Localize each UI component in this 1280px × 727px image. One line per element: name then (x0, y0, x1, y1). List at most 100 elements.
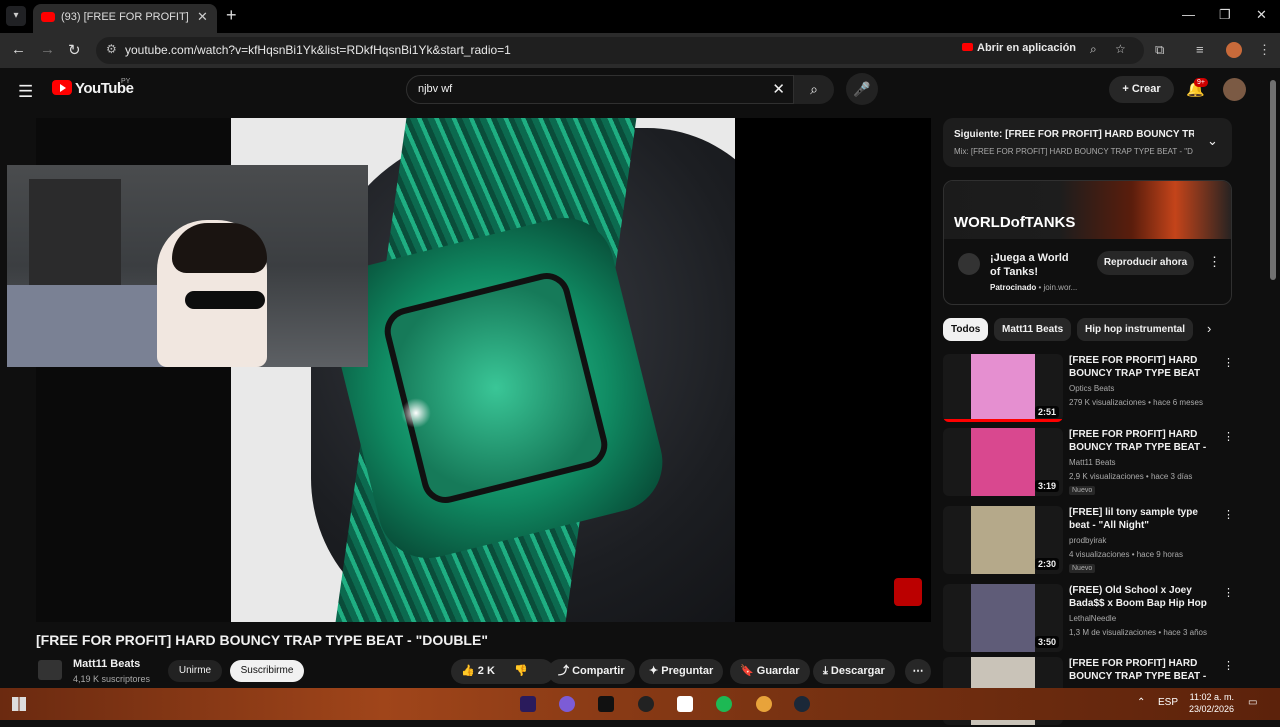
duration-badge: 3:19 (1034, 480, 1059, 492)
active-tab[interactable]: (93) [FREE FOR PROFIT] HARD BOUNCY TRAP … (33, 4, 217, 33)
up-next-card[interactable]: Siguiente: [FREE FOR PROFIT] HARD BOUNCY… (943, 118, 1232, 167)
recommendation-title[interactable]: [FREE] lil tony sample type beat - "All … (1069, 506, 1209, 532)
obs-icon[interactable] (638, 696, 654, 712)
recommendation-title[interactable]: [FREE FOR PROFIT] HARD BOUNCY TRAP TYPE … (1069, 354, 1209, 380)
site-info-icon[interactable]: ⚙ (106, 42, 117, 56)
create-button[interactable]: + Crear (1109, 76, 1174, 103)
system-clock[interactable]: 11:02 a. m. 23/02/2026 (1186, 691, 1234, 715)
ask-label: Preguntar (661, 665, 714, 677)
thumbnail-image (971, 506, 1035, 574)
sponsored-ad-card[interactable]: WORLDofTANKS ¡Juega a World of Tanks! Pa… (943, 180, 1232, 305)
new-tab-button[interactable]: + (226, 5, 237, 26)
like-button[interactable]: 👍 2 K (461, 665, 495, 677)
recommendation-item[interactable]: 2:51 [FREE FOR PROFIT] HARD BOUNCY TRAP T… (943, 354, 1234, 424)
channel-avatar[interactable] (38, 660, 62, 680)
notification-center-icon[interactable]: ▭ (1248, 697, 1257, 708)
recommendation-item[interactable]: 3:19 [FREE FOR PROFIT] HARD BOUNCY TRAP T… (943, 428, 1234, 498)
capcut-icon[interactable] (598, 696, 614, 712)
recommendation-thumbnail[interactable]: 3:50 (943, 584, 1063, 652)
maximize-button[interactable]: ❐ (1219, 7, 1231, 23)
recommendation-channel[interactable]: Optics Beats (1069, 384, 1114, 393)
recommendation-thumbnail[interactable]: 2:51 (943, 354, 1063, 422)
recommendation-channel[interactable]: LethalNeedle (1069, 614, 1116, 623)
forward-arrow-icon[interactable]: → (40, 41, 55, 58)
search-input[interactable]: njbv wf ✕ (406, 75, 794, 104)
address-bar[interactable]: ⚙ youtube.com/watch?v=kfHqsnBi1Yk&list=R… (96, 37, 1144, 64)
youtube-logo-icon[interactable] (52, 80, 72, 95)
hamburger-menu-icon[interactable]: ☰ (18, 82, 33, 102)
bookmark-star-icon[interactable]: ☆ (1115, 42, 1126, 56)
dislike-button[interactable]: 👎 (514, 665, 528, 677)
zoom-icon[interactable]: ⌕ (1090, 42, 1097, 57)
steam-icon[interactable] (794, 696, 810, 712)
recommendation-item[interactable]: 2:30 [FREE] lil tony sample type beat - "… (943, 506, 1234, 576)
browser-menu-icon[interactable]: ⋮ (1258, 42, 1271, 58)
chip-hip-hop[interactable]: Hip hop instrumental (1077, 318, 1193, 341)
extensions-icon[interactable]: ⧉ (1155, 42, 1164, 58)
recommendation-title[interactable]: [FREE FOR PROFIT] HARD BOUNCY TRAP TYPE … (1069, 428, 1209, 454)
more-vertical-icon[interactable]: ⋮ (1223, 586, 1234, 599)
tray-chevron-up-icon[interactable]: ⌃ (1137, 697, 1145, 708)
browser-tabbar: ▾ (93) [FREE FOR PROFIT] HARD BOUNCY TRA… (0, 0, 1280, 33)
share-button[interactable]: ⤴ Compartir (548, 659, 635, 684)
reload-icon[interactable]: ↻ (68, 41, 81, 59)
page-scrollbar[interactable] (1270, 80, 1276, 280)
ad-headline[interactable]: ¡Juega a World of Tanks! (990, 251, 1080, 279)
chip-channel[interactable]: Matt11 Beats (994, 318, 1072, 341)
recommendation-item[interactable]: 3:50 (FREE) Old School x Joey Bada$$ x Bo… (943, 584, 1234, 654)
url-text[interactable]: youtube.com/watch?v=kfHqsnBi1Yk&list=RDk… (125, 43, 511, 57)
discord-icon[interactable] (559, 696, 575, 712)
spotify-icon[interactable] (716, 696, 732, 712)
recommendation-thumbnail[interactable]: 3:19 (943, 428, 1063, 496)
recommendation-title[interactable]: [FREE FOR PROFIT] HARD BOUNCY TRAP TYPE … (1069, 657, 1209, 683)
video-title: [FREE FOR PROFIT] HARD BOUNCY TRAP TYPE … (36, 632, 488, 648)
ad-banner-image[interactable]: WORLDofTANKS (944, 181, 1231, 239)
search-query[interactable]: njbv wf (418, 83, 452, 95)
recommendation-thumbnail[interactable]: 2:30 (943, 506, 1063, 574)
premiere-pro-icon[interactable] (520, 696, 536, 712)
ad-domain: join.wor... (1043, 283, 1078, 292)
tab-close-icon[interactable]: ✕ (197, 9, 208, 25)
download-icon: ⤓ (823, 665, 831, 677)
join-button[interactable]: Unirme (168, 660, 222, 682)
download-button[interactable]: ⤓ Descargar (813, 659, 895, 684)
windows-start-icon[interactable] (12, 697, 26, 711)
search-button[interactable]: ⌕ (794, 75, 834, 104)
close-window-button[interactable]: ✕ (1256, 7, 1267, 23)
watch-progress-bar (943, 419, 1063, 422)
clear-search-icon[interactable]: ✕ (772, 80, 785, 98)
tab-search-icon[interactable]: ▾ (6, 6, 26, 26)
webcam-person-sunglasses (185, 291, 265, 309)
more-vertical-icon[interactable]: ⋮ (1223, 508, 1234, 521)
recommendation-channel[interactable]: Matt11 Beats (1069, 458, 1116, 467)
chrome-icon[interactable] (756, 696, 772, 712)
subscribe-button[interactable]: Suscribirme (230, 660, 304, 682)
recommendation-channel[interactable]: prodbyirak (1069, 536, 1106, 545)
ad-more-icon[interactable]: ⋮ (1208, 254, 1221, 270)
more-vertical-icon[interactable]: ⋮ (1223, 430, 1234, 443)
more-vertical-icon[interactable]: ⋮ (1223, 659, 1234, 672)
chevron-right-icon[interactable]: › (1207, 321, 1211, 336)
chip-all[interactable]: Todos (943, 318, 989, 341)
media-control-icon[interactable]: ≡ (1196, 42, 1204, 57)
minimize-button[interactable]: — (1182, 7, 1195, 22)
recommendation-title[interactable]: (FREE) Old School x Joey Bada$$ x Boom B… (1069, 584, 1209, 610)
ask-button[interactable]: ✦ Preguntar (639, 659, 724, 684)
voice-search-button[interactable]: 🎤 (846, 73, 878, 105)
account-avatar[interactable] (1223, 78, 1246, 101)
channel-name[interactable]: Matt11 Beats (73, 658, 140, 670)
ad-advertiser-icon (958, 253, 980, 275)
chevron-down-icon[interactable]: ⌄ (1207, 133, 1218, 149)
language-indicator[interactable]: ESP (1158, 697, 1178, 708)
browser-profile-avatar[interactable] (1226, 42, 1242, 58)
more-actions-button[interactable]: ⋯ (905, 659, 931, 684)
save-button[interactable]: 🔖 Guardar (730, 659, 810, 684)
youtube-mini-icon (962, 43, 973, 51)
ad-play-now-button[interactable]: Reproducir ahora (1097, 251, 1194, 275)
share-icon: ⤴ (558, 665, 573, 677)
notion-icon[interactable] (677, 696, 693, 712)
back-arrow-icon[interactable]: ← (11, 41, 26, 58)
open-in-app-button[interactable]: Abrir en aplicación (962, 42, 1076, 54)
channel-watermark-icon[interactable] (894, 578, 922, 606)
more-vertical-icon[interactable]: ⋮ (1223, 356, 1234, 369)
